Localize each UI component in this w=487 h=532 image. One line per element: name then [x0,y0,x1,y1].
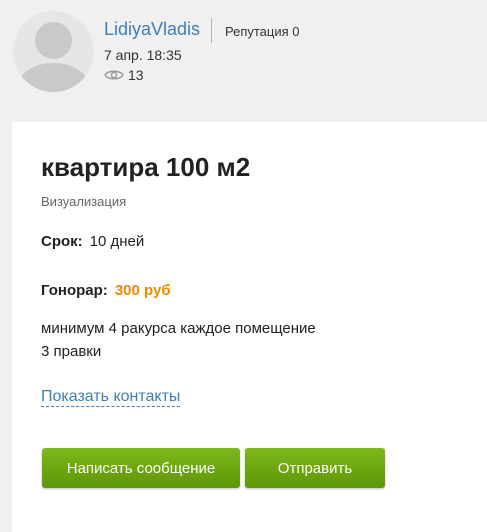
eye-icon [104,70,124,80]
term-row: Срок: 10 дней [41,233,144,250]
author-username-link[interactable]: LidiyaVladis [104,19,200,40]
write-message-button[interactable]: Написать сообщение [42,448,240,488]
fee-value: 300 руб [114,282,171,299]
task-category: Визуализация [41,194,127,209]
avatar-body-shape [17,63,90,92]
send-button[interactable]: Отправить [245,448,385,488]
show-contacts-link[interactable]: Показать контакты [41,387,181,407]
task-card: квартира 100 м2 Визуализация Срок: 10 дн… [12,122,487,532]
description-line: минимум 4 ракурса каждое помещение [41,320,316,337]
views-counter: 13 [104,66,144,84]
term-value: 10 дней [89,233,145,250]
description-line: 3 правки [41,343,102,360]
post-date: 7 апр. 18:35 [104,47,182,63]
term-label: Срок: [41,233,83,250]
task-description: минимум 4 ракурса каждое помещение 3 пра… [41,317,316,363]
avatar-head-shape [35,22,72,59]
post-header: LidiyaVladis Репутация 0 7 апр. 18:35 13 [0,0,487,122]
fee-row: Гонорар: 300 руб [41,282,171,299]
fee-label: Гонорар: [41,282,108,299]
views-count: 13 [128,67,144,83]
task-title: квартира 100 м2 [41,152,251,182]
header-divider [211,18,212,43]
reputation-label: Репутация 0 [225,24,300,39]
avatar[interactable] [13,11,94,92]
